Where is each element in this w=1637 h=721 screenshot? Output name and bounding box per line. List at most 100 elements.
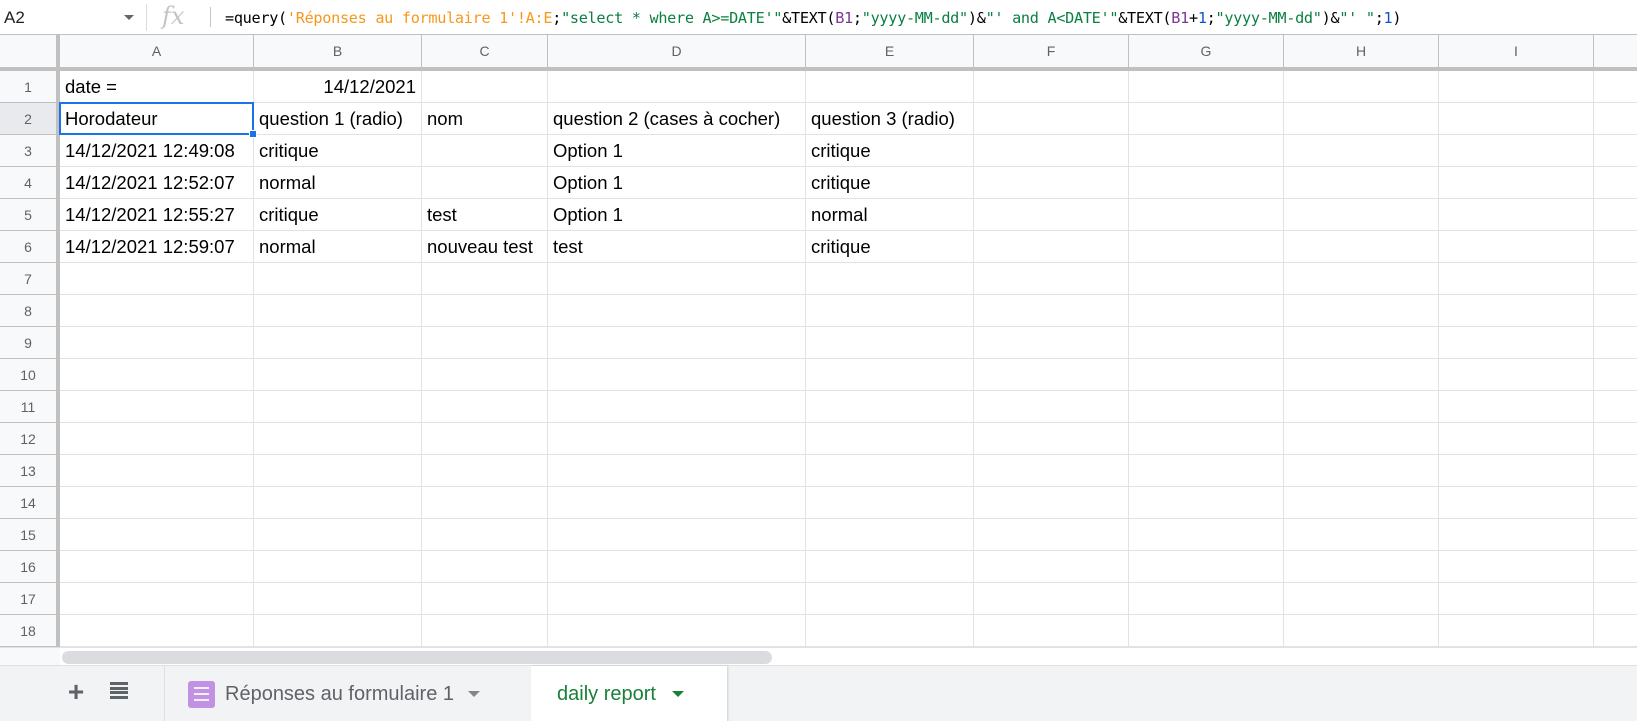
cell-j13[interactable] (1594, 455, 1637, 487)
cell-e17[interactable] (806, 583, 974, 615)
column-header[interactable] (1594, 35, 1637, 71)
column-header-i[interactable]: I (1439, 35, 1594, 71)
cell-e13[interactable] (806, 455, 974, 487)
cell-h14[interactable] (1284, 487, 1439, 519)
cell-f6[interactable] (974, 231, 1129, 263)
fill-handle[interactable] (249, 130, 257, 138)
cell-e12[interactable] (806, 423, 974, 455)
cell-f16[interactable] (974, 551, 1129, 583)
cell-e18[interactable] (806, 615, 974, 647)
cell-f10[interactable] (974, 359, 1129, 391)
cell-d6[interactable]: test (548, 231, 806, 263)
horizontal-scrollbar-thumb[interactable] (62, 651, 772, 664)
cell-a17[interactable] (60, 583, 254, 615)
cell-d4[interactable]: Option 1 (548, 167, 806, 199)
cell-b9[interactable] (254, 327, 422, 359)
cell-h15[interactable] (1284, 519, 1439, 551)
cell-d1[interactable] (548, 71, 806, 103)
cell-d9[interactable] (548, 327, 806, 359)
cell-e14[interactable] (806, 487, 974, 519)
cell-b18[interactable] (254, 615, 422, 647)
cell-f1[interactable] (974, 71, 1129, 103)
cell-e16[interactable] (806, 551, 974, 583)
cell-c5[interactable]: test (422, 199, 548, 231)
row-header-18[interactable]: 18 (0, 615, 60, 647)
cell-a14[interactable] (60, 487, 254, 519)
column-header-c[interactable]: C (422, 35, 548, 71)
column-header-f[interactable]: F (974, 35, 1129, 71)
cell-i8[interactable] (1439, 295, 1594, 327)
cell-j2[interactable] (1594, 103, 1637, 135)
cell-j17[interactable] (1594, 583, 1637, 615)
add-sheet-button[interactable]: + (62, 676, 90, 707)
row-header-6[interactable]: 6 (0, 231, 60, 263)
cell-c11[interactable] (422, 391, 548, 423)
cell-b15[interactable] (254, 519, 422, 551)
cell-h17[interactable] (1284, 583, 1439, 615)
cell-e3[interactable]: critique (806, 135, 974, 167)
cell-g7[interactable] (1129, 263, 1284, 295)
cell-g2[interactable] (1129, 103, 1284, 135)
cell-a5[interactable]: 14/12/2021 12:55:27 (60, 199, 254, 231)
cell-h13[interactable] (1284, 455, 1439, 487)
cell-j11[interactable] (1594, 391, 1637, 423)
cell-b4[interactable]: normal (254, 167, 422, 199)
cell-i13[interactable] (1439, 455, 1594, 487)
column-header-b[interactable]: B (254, 35, 422, 71)
cell-h3[interactable] (1284, 135, 1439, 167)
cell-h5[interactable] (1284, 199, 1439, 231)
chevron-down-icon[interactable] (671, 691, 684, 697)
cell-g6[interactable] (1129, 231, 1284, 263)
cell-i12[interactable] (1439, 423, 1594, 455)
cell-b10[interactable] (254, 359, 422, 391)
cell-b7[interactable] (254, 263, 422, 295)
cell-a8[interactable] (60, 295, 254, 327)
cell-e10[interactable] (806, 359, 974, 391)
cell-h4[interactable] (1284, 167, 1439, 199)
row-header-4[interactable]: 4 (0, 167, 60, 199)
row-header-2[interactable]: 2 (0, 103, 60, 135)
column-header-h[interactable]: H (1284, 35, 1439, 71)
cell-h2[interactable] (1284, 103, 1439, 135)
cell-a11[interactable] (60, 391, 254, 423)
cell-j8[interactable] (1594, 295, 1637, 327)
cell-a15[interactable] (60, 519, 254, 551)
row-header-14[interactable]: 14 (0, 487, 60, 519)
cell-e5[interactable]: normal (806, 199, 974, 231)
cell-d17[interactable] (548, 583, 806, 615)
cell-j7[interactable] (1594, 263, 1637, 295)
cell-b3[interactable]: critique (254, 135, 422, 167)
cell-f4[interactable] (974, 167, 1129, 199)
cell-e15[interactable] (806, 519, 974, 551)
cell-f14[interactable] (974, 487, 1129, 519)
cell-i6[interactable] (1439, 231, 1594, 263)
cell-c18[interactable] (422, 615, 548, 647)
cell-e7[interactable] (806, 263, 974, 295)
cell-e9[interactable] (806, 327, 974, 359)
row-header-17[interactable]: 17 (0, 583, 60, 615)
cell-b16[interactable] (254, 551, 422, 583)
cell-i4[interactable] (1439, 167, 1594, 199)
cell-g15[interactable] (1129, 519, 1284, 551)
chevron-down-icon[interactable] (468, 691, 481, 697)
cell-b2[interactable]: question 1 (radio) (254, 103, 422, 135)
cell-d18[interactable] (548, 615, 806, 647)
formula-input[interactable]: =query('Réponses au formulaire 1'!A:E; "s… (225, 0, 1402, 35)
cell-g14[interactable] (1129, 487, 1284, 519)
cell-c2[interactable]: nom (422, 103, 548, 135)
cell-d3[interactable]: Option 1 (548, 135, 806, 167)
cell-i5[interactable] (1439, 199, 1594, 231)
cell-h8[interactable] (1284, 295, 1439, 327)
cell-j1[interactable] (1594, 71, 1637, 103)
cell-f7[interactable] (974, 263, 1129, 295)
row-header-7[interactable]: 7 (0, 263, 60, 295)
cell-b1[interactable]: 14/12/2021 (254, 71, 422, 103)
cell-g3[interactable] (1129, 135, 1284, 167)
cell-g9[interactable] (1129, 327, 1284, 359)
cell-j9[interactable] (1594, 327, 1637, 359)
chevron-down-icon[interactable] (124, 15, 134, 20)
row-header-16[interactable]: 16 (0, 551, 60, 583)
cell-d2[interactable]: question 2 (cases à cocher) (548, 103, 806, 135)
cell-b17[interactable] (254, 583, 422, 615)
cell-i10[interactable] (1439, 359, 1594, 391)
